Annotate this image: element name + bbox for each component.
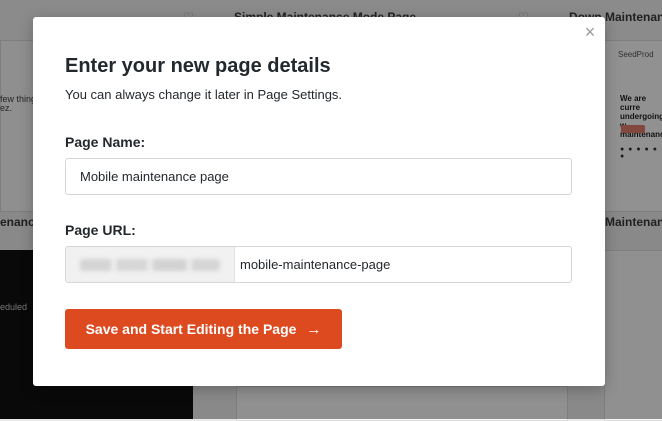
url-prefix-blurred bbox=[66, 247, 235, 282]
arrow-right-icon: → bbox=[306, 320, 322, 338]
save-and-edit-button[interactable]: Save and Start Editing the Page → bbox=[65, 309, 342, 349]
close-icon[interactable]: × bbox=[580, 22, 600, 42]
page-url-field bbox=[65, 246, 572, 283]
page-url-label: Page URL: bbox=[65, 222, 136, 238]
save-button-label: Save and Start Editing the Page bbox=[85, 321, 297, 337]
page-name-input[interactable] bbox=[65, 158, 572, 195]
blurred-domain bbox=[80, 259, 220, 271]
new-page-dialog: × Enter your new page details You can al… bbox=[33, 17, 605, 386]
page-url-slug-input[interactable] bbox=[234, 247, 571, 282]
page-name-label: Page Name: bbox=[65, 134, 146, 150]
dialog-subtitle: You can always change it later in Page S… bbox=[65, 87, 343, 102]
dialog-title: Enter your new page details bbox=[65, 55, 331, 77]
